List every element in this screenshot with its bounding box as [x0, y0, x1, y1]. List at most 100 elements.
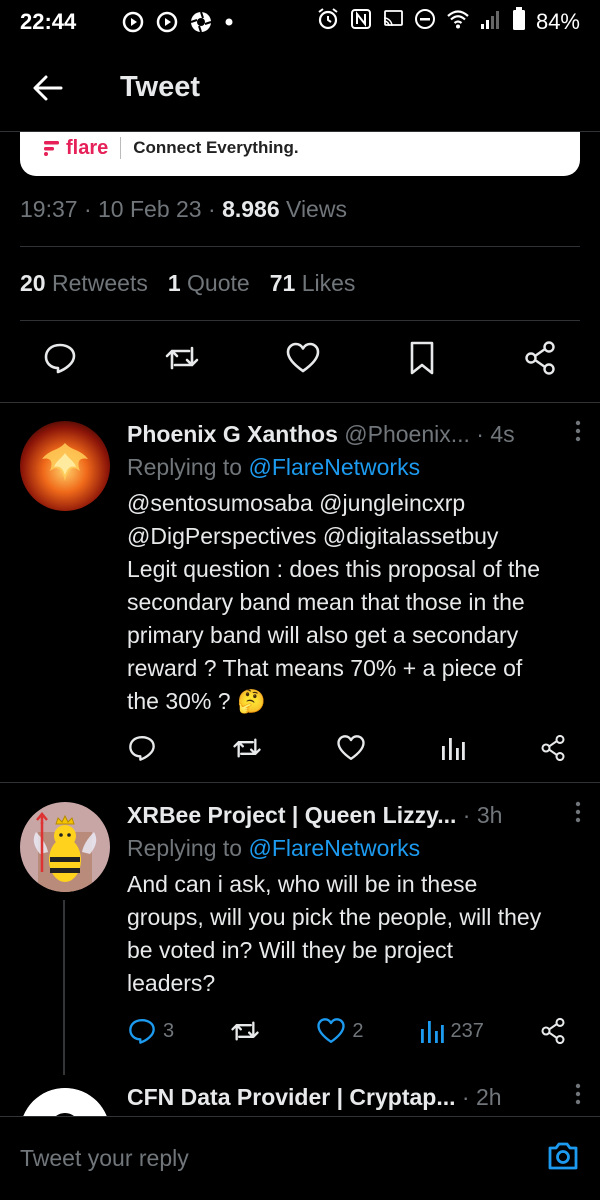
reply-item[interactable]: XRBee Project | Queen Lizzy... · 3h Repl… [0, 784, 600, 1084]
retweet-icon [232, 738, 261, 758]
tweet-text-line: primary band will also get a secondary [127, 622, 519, 648]
views-button[interactable]: 237 [419, 1017, 484, 1045]
tweet-text-line: groups, will you pick the people, will t… [127, 904, 542, 930]
tweet-text-line: leaders? [127, 970, 216, 996]
mention-link[interactable]: @FlareNetworks [248, 835, 420, 861]
tweet-text-line: And can i ask, who will be in these [127, 871, 478, 897]
likes-label: Likes [301, 270, 356, 296]
back-button[interactable] [24, 64, 72, 112]
reply-button[interactable] [127, 733, 157, 768]
author-name[interactable]: XRBee Project | Queen Lizzy... [127, 802, 456, 829]
likes-stat[interactable]: 71 Likes [270, 270, 356, 297]
reply-input[interactable]: Tweet your reply [20, 1145, 189, 1172]
retweet-icon [165, 346, 198, 370]
mentions-line[interactable]: @DigPerspectives @digitalassetbuy [127, 520, 582, 553]
tweet-text-line: be voted in? Will they be project [127, 937, 454, 963]
avatar[interactable] [20, 1088, 110, 1116]
tweet-stats: 20 Retweets 1 Quote 71 Likes [20, 270, 355, 297]
tweet-meta: 19:37 · 10 Feb 23 · 8.986 Views [20, 196, 347, 223]
views-label[interactable]: Views [286, 196, 347, 222]
tweet-text-line: reward ? That means 70% + a piece of [127, 655, 523, 681]
more-vertical-icon [575, 801, 581, 823]
reply-body: CFN Data Provider | Cryptap... · 2h [127, 1082, 582, 1112]
heart-icon [317, 1018, 345, 1043]
views-count[interactable]: 8.986 [222, 196, 280, 222]
share-button[interactable] [539, 734, 567, 767]
tweet-action-bar [20, 340, 580, 381]
camera-icon [548, 1142, 578, 1170]
header-bar: Tweet [0, 44, 600, 132]
arrow-left-icon [33, 75, 63, 100]
reply-action-bar [127, 733, 567, 768]
like-button[interactable]: 2 [316, 1016, 363, 1046]
more-options-button[interactable] [574, 419, 582, 449]
reply-header: CFN Data Provider | Cryptap... · 2h [127, 1082, 582, 1112]
like-button[interactable] [336, 733, 366, 768]
play-icon [156, 11, 178, 33]
reply-header: XRBee Project | Queen Lizzy... · 3h [127, 800, 582, 830]
reply-button[interactable] [42, 340, 78, 381]
replying-prefix: Replying to [127, 835, 243, 861]
aperture-icon [190, 11, 212, 33]
meta-separator: · [83, 196, 92, 222]
retweet-button[interactable] [163, 340, 201, 381]
share-icon [541, 1017, 565, 1045]
retweet-button[interactable] [231, 733, 263, 768]
avatar[interactable] [20, 802, 110, 892]
share-icon [525, 341, 555, 375]
share-button[interactable] [539, 1017, 567, 1045]
reply-body: Phoenix G Xanthos @Phoenix... · 4s Reply… [127, 419, 582, 718]
mention-link[interactable]: @FlareNetworks [248, 454, 420, 480]
meta-separator: · [208, 196, 216, 222]
cast-icon [382, 9, 404, 35]
like-button[interactable] [285, 340, 321, 381]
reply-time: · 4s [476, 420, 515, 447]
replying-to: Replying to @FlareNetworks [127, 832, 582, 865]
divider [20, 246, 580, 247]
like-count: 2 [352, 1019, 364, 1042]
reply-header: Phoenix G Xanthos @Phoenix... · 4s [127, 419, 582, 449]
replying-to: Replying to @FlareNetworks [127, 451, 582, 484]
reply-composer[interactable]: Tweet your reply [0, 1116, 600, 1200]
views-button[interactable] [440, 734, 466, 767]
flare-logo: flare [42, 137, 108, 160]
replying-prefix: Replying to [127, 454, 243, 480]
comment-icon [44, 343, 76, 374]
tweet-date: 10 Feb 23 [98, 196, 202, 222]
bookmark-icon [410, 341, 433, 375]
author-name[interactable]: CFN Data Provider | Cryptap... [127, 1084, 456, 1111]
reply-body: XRBee Project | Queen Lizzy... · 3h Repl… [127, 800, 582, 1000]
author-handle[interactable]: @Phoenix... [344, 421, 470, 448]
tweet-text-line: Legit question : does this proposal of t… [127, 556, 541, 582]
quotes-label: Quote [187, 270, 250, 296]
flare-brand-text: flare [66, 136, 109, 159]
tweet-time: 19:37 [20, 196, 78, 222]
tweet-text: the 30% ? [127, 688, 231, 714]
reply-item[interactable]: Phoenix G Xanthos @Phoenix... · 4s Reply… [0, 403, 600, 783]
page-title: Tweet [120, 71, 201, 103]
bookmark-button[interactable] [406, 340, 438, 381]
more-options-button[interactable] [574, 800, 582, 830]
more-vertical-icon [575, 1083, 581, 1105]
avatar[interactable] [20, 421, 110, 511]
share-button[interactable] [522, 340, 558, 381]
heart-icon [286, 342, 320, 373]
author-name[interactable]: Phoenix G Xanthos [127, 421, 338, 448]
retweets-stat[interactable]: 20 Retweets [20, 270, 148, 297]
wifi-icon [446, 8, 470, 36]
likes-count: 71 [269, 270, 296, 296]
tweet-text-line: secondary band mean that those in the [127, 589, 525, 615]
quotes-stat[interactable]: 1 Quote [168, 270, 250, 297]
more-options-button[interactable] [574, 1082, 582, 1112]
camera-button[interactable] [546, 1140, 580, 1177]
retweets-label: Retweets [51, 270, 148, 296]
mentions-line[interactable]: @sentosumosaba @jungleincxrp [127, 487, 582, 520]
retweet-button[interactable] [229, 1016, 261, 1046]
reply-item[interactable]: CFN Data Provider | Cryptap... · 2h [0, 1070, 600, 1116]
dnd-icon [414, 8, 436, 36]
retweets-count: 20 [20, 270, 46, 296]
comment-icon [129, 1019, 155, 1044]
card-tagline: Connect Everything. [133, 138, 299, 157]
reply-button[interactable]: 3 [127, 1016, 174, 1046]
signal-icon [480, 8, 502, 36]
